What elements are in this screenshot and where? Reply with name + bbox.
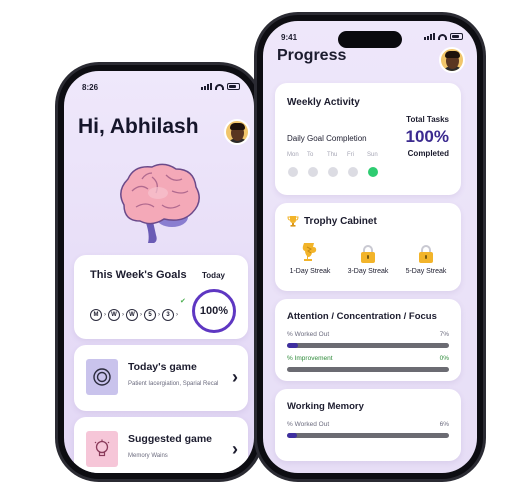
weekday-label: To — [307, 152, 314, 158]
metric-value: 6% — [439, 421, 449, 428]
battery-icon — [227, 83, 240, 90]
trophy-label: 5-Day Streak — [405, 268, 447, 275]
lightbulb-icon — [94, 439, 110, 457]
metric-value: 0% — [439, 355, 449, 362]
game-subtitle: Memory Wains — [128, 453, 168, 459]
activity-dot — [328, 167, 338, 177]
home-screen: 8:26 Hi, Abhilash This Week's Goals Toda… — [64, 71, 254, 473]
working-memory-card: Working Memory % Worked Out 6% — [275, 389, 461, 461]
chevron-right-icon: › — [176, 312, 178, 318]
weekly-goals-title: This Week's Goals — [90, 269, 187, 281]
trophy-icon — [287, 216, 299, 227]
signal-icon — [424, 33, 435, 40]
day-chip: 5 — [144, 309, 156, 321]
page-title: Progress — [277, 47, 347, 64]
trophy-cabinet-header: Trophy Cabinet — [287, 215, 377, 227]
trophy-cabinet-card: Trophy Cabinet 1-Day Streak 3-Day Streak — [275, 203, 461, 291]
lock-icon — [419, 241, 433, 263]
phone-frame-left: 8:26 Hi, Abhilash This Week's Goals Toda… — [55, 62, 263, 482]
activity-dot-active — [368, 167, 378, 177]
suggested-game-card[interactable]: Suggested game Memory Wains › — [74, 417, 248, 473]
daily-goal-label: Daily Goal Completion — [287, 134, 367, 143]
total-tasks-label: Total Tasks — [406, 115, 449, 124]
trophy-item[interactable]: 1-Day Streak — [281, 241, 339, 275]
weekday-label: Sun — [367, 152, 378, 158]
activity-dots — [288, 167, 388, 177]
chevron-right-icon[interactable]: › — [232, 367, 238, 388]
trophy-item[interactable]: 5-Day Streak — [397, 241, 455, 275]
game-title: Suggested game — [128, 433, 213, 445]
goal-days: M › W › W › 5 › 3 › — [90, 309, 178, 321]
lock-icon — [361, 241, 375, 263]
metric-progress-bar — [287, 367, 449, 372]
day-chip: M — [90, 309, 102, 321]
metric-progress-fill — [287, 343, 299, 348]
chevron-right-icon: › — [122, 312, 124, 318]
metric-label: % Improvement — [287, 355, 333, 362]
status-bar: 8:26 — [64, 80, 254, 94]
status-icons — [201, 83, 240, 90]
todays-game-card[interactable]: Today's game Patient Iacergiation, Spari… — [74, 345, 248, 411]
trophy-item[interactable]: 3-Day Streak — [339, 241, 397, 275]
weekday-label: Mon — [287, 152, 299, 158]
weekly-activity-card: Weekly Activity Total Tasks Daily Goal C… — [275, 83, 461, 195]
brain-highlight — [148, 187, 168, 199]
metric-progress-bar — [287, 343, 449, 348]
today-label: Today — [202, 271, 225, 280]
trophy-label: 1-Day Streak — [289, 268, 331, 275]
activity-dot — [348, 167, 358, 177]
weekday-label: Thu — [327, 152, 338, 158]
completed-label: Completed — [407, 149, 449, 158]
attention-metric-card: Attention / Concentration / Focus % Work… — [275, 299, 461, 381]
day-chip: 3 — [162, 309, 174, 321]
checkmark-icon: ✔ — [180, 298, 186, 305]
weekday-label: Fri — [347, 152, 354, 158]
brain-illustration — [120, 163, 200, 243]
card-title: Trophy Cabinet — [304, 215, 377, 227]
weekday-labels: Mon To Thu Fri Sun — [287, 152, 387, 158]
day-chip: W — [108, 309, 120, 321]
metric-label: % Worked Out — [287, 421, 330, 428]
weekly-goals-card[interactable]: This Week's Goals Today M › W › W › 5 › … — [74, 255, 248, 339]
game-thumbnail — [86, 359, 118, 395]
activity-dot — [308, 167, 318, 177]
metric-progress-bar — [287, 433, 449, 438]
metric-label: % Worked Out — [287, 331, 330, 338]
trophy-label: 3-Day Streak — [347, 268, 389, 275]
status-bar: 9:41 — [263, 30, 477, 44]
day-chip: W — [126, 309, 138, 321]
trophy-icon — [302, 243, 317, 261]
game-thumbnail — [86, 431, 118, 467]
signal-icon — [201, 83, 212, 90]
game-subtitle: Patient Iacergiation, Sparial Recal — [128, 381, 219, 387]
metric-title: Attention / Concentration / Focus — [287, 311, 437, 322]
metric-value: 7% — [439, 331, 449, 338]
chevron-right-icon[interactable]: › — [232, 439, 238, 460]
goal-progress-ring: 100% — [192, 289, 236, 333]
avatar[interactable] — [224, 119, 250, 145]
avatar[interactable] — [439, 47, 465, 73]
status-time: 9:41 — [281, 33, 298, 42]
metric-progress-fill — [287, 433, 297, 438]
greeting-title: Hi, Abhilash — [78, 115, 199, 138]
metric-title: Working Memory — [287, 401, 364, 412]
game-title: Today's game — [128, 361, 197, 373]
status-icons — [424, 33, 463, 40]
phone-frame-right: 9:41 Progress Weekly Activity Total Task… — [254, 12, 486, 482]
trophy-list: 1-Day Streak 3-Day Streak 5-Day Streak — [281, 241, 455, 275]
status-time: 8:26 — [82, 83, 99, 92]
chevron-right-icon: › — [104, 312, 106, 318]
activity-dot — [288, 167, 298, 177]
progress-screen: 9:41 Progress Weekly Activity Total Task… — [263, 21, 477, 473]
chevron-right-icon: › — [158, 312, 160, 318]
target-icon — [93, 368, 111, 386]
battery-icon — [450, 33, 463, 40]
chevron-right-icon: › — [140, 312, 142, 318]
completion-percent: 100% — [405, 127, 449, 146]
wifi-icon — [215, 83, 224, 90]
wifi-icon — [438, 33, 447, 40]
card-title: Weekly Activity — [287, 97, 360, 108]
